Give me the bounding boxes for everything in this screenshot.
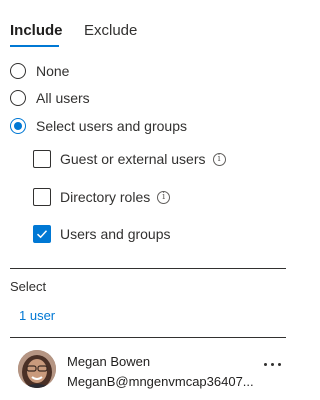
radio-all-users[interactable]: All users	[10, 88, 90, 108]
divider	[10, 268, 286, 269]
checkbox-directory-roles-box[interactable]	[33, 188, 51, 206]
checkbox-users-groups-label: Users and groups	[60, 226, 171, 242]
tab-exclude[interactable]: Exclude	[84, 22, 137, 39]
checkbox-guest-external[interactable]: Guest or external users i	[33, 148, 226, 170]
avatar	[18, 350, 56, 388]
radio-none-label: None	[36, 63, 70, 79]
selected-users-link[interactable]: 1 user	[19, 308, 55, 323]
radio-none[interactable]: None	[10, 61, 69, 81]
radio-select-users-groups-label: Select users and groups	[36, 118, 187, 134]
tab-include[interactable]: Include	[10, 22, 63, 39]
radio-all-users-label: All users	[36, 90, 90, 106]
radio-select-users-groups[interactable]: Select users and groups	[10, 116, 187, 136]
radio-none-circle[interactable]	[10, 63, 26, 79]
checkbox-directory-roles-label: Directory roles	[60, 189, 151, 205]
user-email: MeganB@mngenvmcap36407...	[67, 374, 254, 389]
active-tab-indicator	[10, 45, 59, 47]
more-options-icon[interactable]	[262, 359, 282, 369]
checkbox-guest-external-box[interactable]	[33, 150, 51, 168]
selected-user-item[interactable]: Megan Bowen MeganB@mngenvmcap36407...	[18, 350, 288, 390]
divider	[10, 337, 286, 338]
info-icon[interactable]: i	[157, 190, 171, 204]
info-icon[interactable]: i	[212, 152, 226, 166]
checkbox-directory-roles[interactable]: Directory roles i	[33, 186, 171, 208]
radio-all-users-circle[interactable]	[10, 90, 26, 106]
checkbox-users-groups[interactable]: Users and groups	[33, 223, 171, 245]
user-name: Megan Bowen	[67, 354, 151, 369]
checkbox-guest-external-label: Guest or external users	[60, 151, 206, 167]
checkmark-icon	[36, 230, 48, 239]
avatar-photo	[18, 350, 56, 388]
radio-select-users-groups-circle[interactable]	[10, 118, 26, 134]
checkbox-users-groups-box[interactable]	[33, 225, 51, 243]
select-label: Select	[10, 279, 47, 294]
